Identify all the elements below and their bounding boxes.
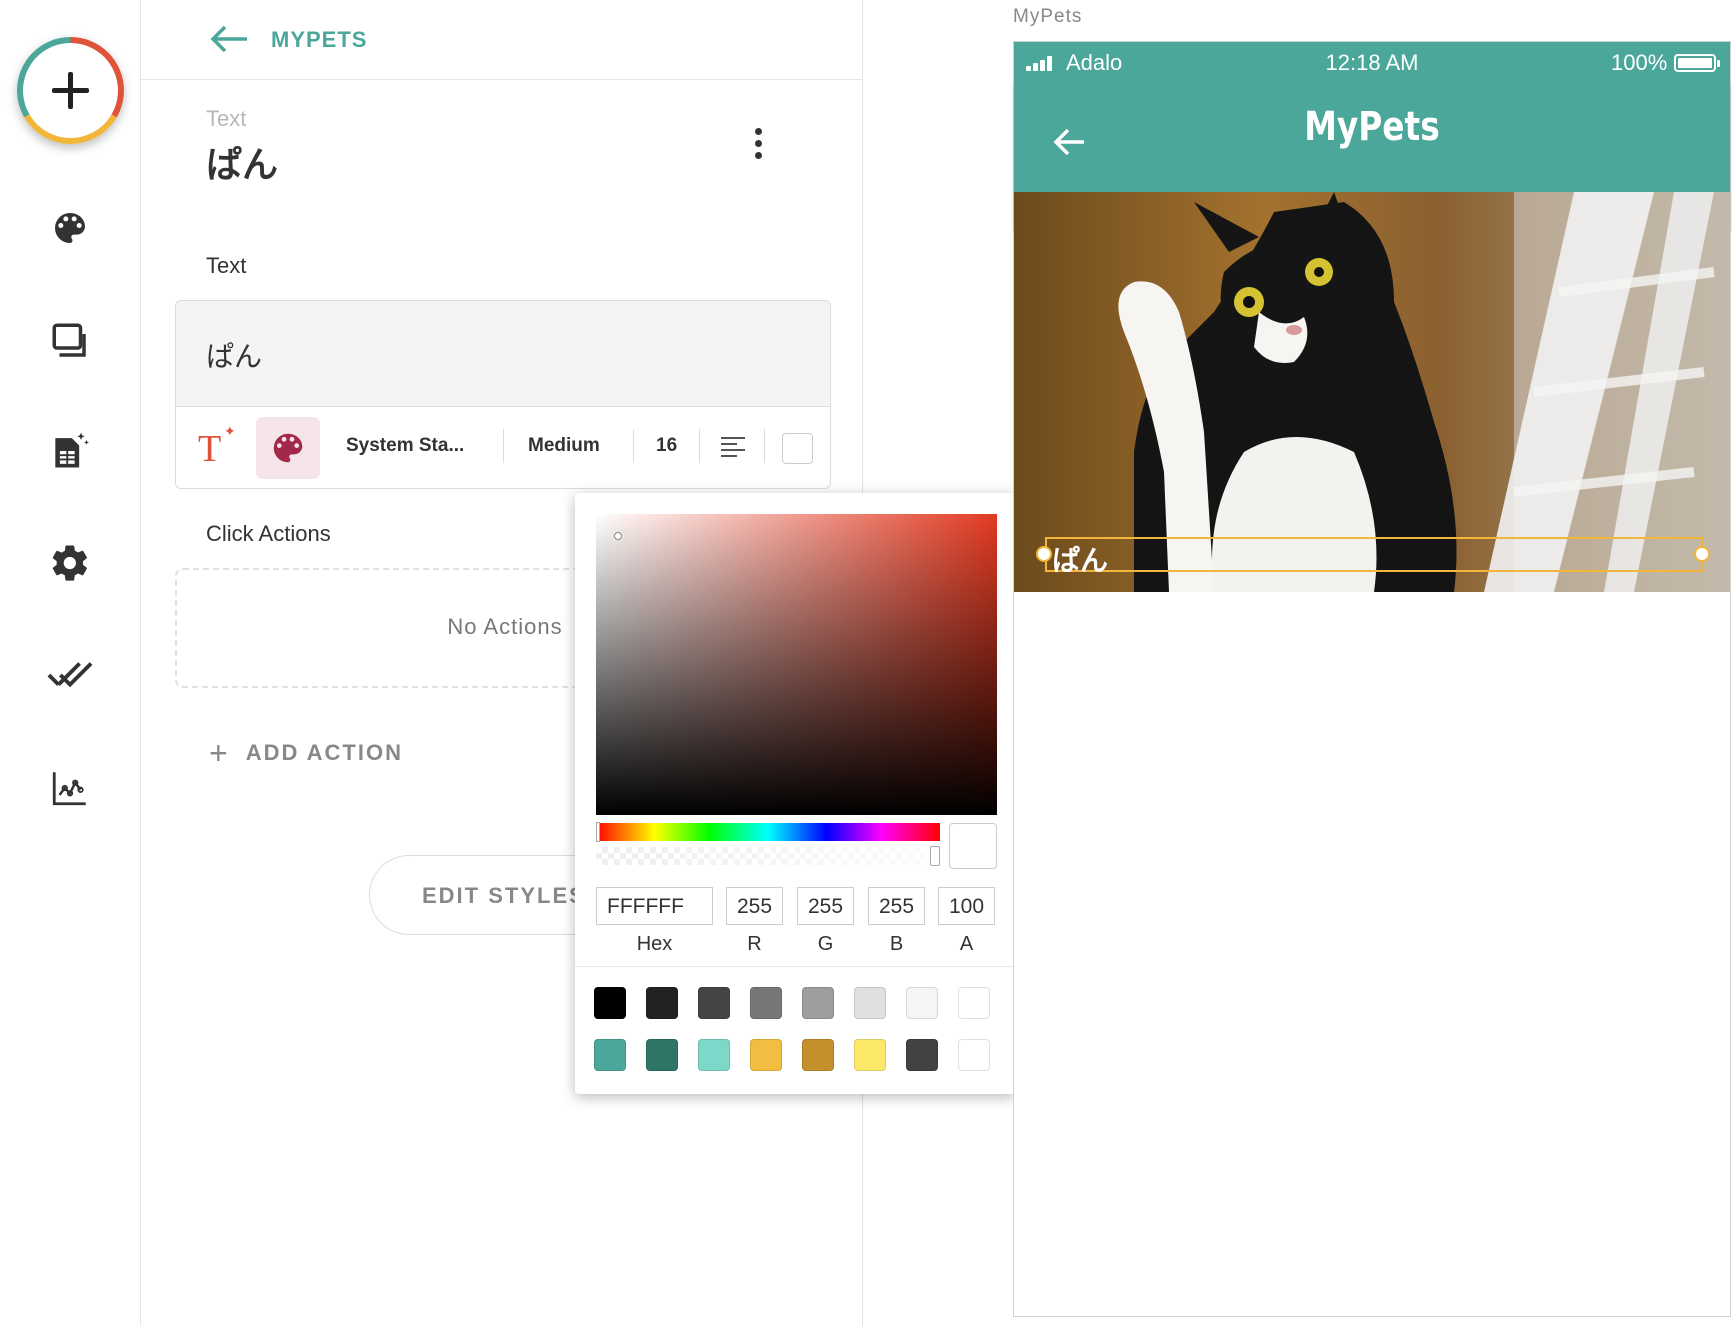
- selected-text-component[interactable]: ぱん: [1045, 537, 1703, 576]
- add-component-button[interactable]: [17, 37, 124, 144]
- red-label: R: [747, 933, 762, 955]
- color-swatch[interactable]: [906, 987, 938, 1019]
- text-section-label: Text: [206, 253, 247, 278]
- font-family-select[interactable]: System Sta...: [346, 435, 464, 457]
- hex-input[interactable]: FFFFFF: [596, 887, 713, 925]
- app-bar-title: MyPets: [1304, 104, 1440, 150]
- alpha-label: A: [959, 933, 974, 955]
- color-swatch[interactable]: [698, 1039, 730, 1071]
- align-left-icon[interactable]: [720, 435, 746, 459]
- red-input[interactable]: 255: [726, 887, 783, 925]
- panel-header: MYPETS: [141, 0, 863, 80]
- color-swatch[interactable]: [854, 1039, 886, 1071]
- plus-icon: +: [209, 735, 230, 771]
- green-input[interactable]: 255: [797, 887, 854, 925]
- back-arrow-icon[interactable]: [209, 24, 249, 54]
- resize-handle-right[interactable]: [1694, 546, 1710, 562]
- analytics-icon[interactable]: [47, 765, 93, 811]
- font-size-input[interactable]: 16: [656, 435, 677, 457]
- text-color-button[interactable]: [256, 417, 320, 479]
- green-label: G: [817, 933, 834, 955]
- preview-screen-title: MyPets: [1013, 6, 1083, 27]
- text-format-toolbar: T ✦ System Sta... Medium 16: [176, 407, 830, 488]
- cat-image: [1014, 192, 1730, 592]
- color-swatch[interactable]: [594, 1039, 626, 1071]
- phone-preview: Adalo 12:18 AM 100% MyPets ぱん: [1013, 41, 1731, 1317]
- battery-percent: 100%: [1611, 50, 1668, 75]
- color-swatch[interactable]: [750, 1039, 782, 1071]
- color-swatch[interactable]: [646, 1039, 678, 1071]
- hue-slider[interactable]: [596, 823, 940, 841]
- add-action-button[interactable]: + ADD ACTION: [209, 731, 403, 771]
- text-value-input[interactable]: ぱん: [176, 301, 830, 407]
- palette-icon: [273, 433, 303, 463]
- color-swatch[interactable]: [958, 1039, 990, 1071]
- resize-handle-left[interactable]: [1036, 546, 1052, 562]
- component-name[interactable]: ぱん: [206, 136, 278, 188]
- text-property-box: ぱん T ✦ System Sta... Medium 16: [175, 300, 831, 489]
- color-swatch[interactable]: [698, 987, 730, 1019]
- alpha-slider[interactable]: [596, 847, 940, 865]
- more-options-icon[interactable]: [751, 128, 765, 168]
- alpha-slider-handle[interactable]: [930, 846, 940, 866]
- left-icon-rail: [0, 0, 141, 1326]
- status-bar: Adalo 12:18 AM 100%: [1014, 42, 1730, 84]
- color-swatch[interactable]: [750, 987, 782, 1019]
- alpha-input[interactable]: 100: [938, 887, 995, 925]
- component-type-label: Text: [206, 106, 247, 131]
- palette-icon[interactable]: [47, 205, 93, 251]
- color-swatch[interactable]: [906, 1039, 938, 1071]
- color-swatch[interactable]: [854, 987, 886, 1019]
- color-swatch[interactable]: [802, 987, 834, 1019]
- double-check-icon[interactable]: [47, 652, 93, 698]
- color-swatch[interactable]: [646, 987, 678, 1019]
- color-preview: [949, 823, 997, 869]
- color-swatch[interactable]: [958, 987, 990, 1019]
- hue-slider-handle[interactable]: [596, 822, 600, 842]
- gear-icon[interactable]: [47, 540, 93, 586]
- color-picker-popover: FFFFFF 255 255 255 100 Hex R G B A: [575, 493, 1016, 1094]
- battery-icon: [1674, 54, 1720, 72]
- font-weight-select[interactable]: Medium: [528, 435, 600, 457]
- magic-text-icon[interactable]: T: [198, 427, 221, 471]
- overlay-text: ぱん: [1052, 545, 1109, 576]
- text-color-swatch[interactable]: [782, 433, 813, 464]
- saturation-value-area[interactable]: [596, 514, 997, 815]
- hex-label: Hex: [636, 933, 673, 955]
- screens-icon[interactable]: [47, 318, 93, 364]
- blue-label: B: [889, 933, 904, 955]
- back-to-screen-link[interactable]: MYPETS: [271, 27, 367, 53]
- database-icon[interactable]: [47, 428, 93, 474]
- click-actions-label: Click Actions: [206, 521, 331, 546]
- color-swatch[interactable]: [802, 1039, 834, 1071]
- color-swatch[interactable]: [594, 987, 626, 1019]
- blue-input[interactable]: 255: [868, 887, 925, 925]
